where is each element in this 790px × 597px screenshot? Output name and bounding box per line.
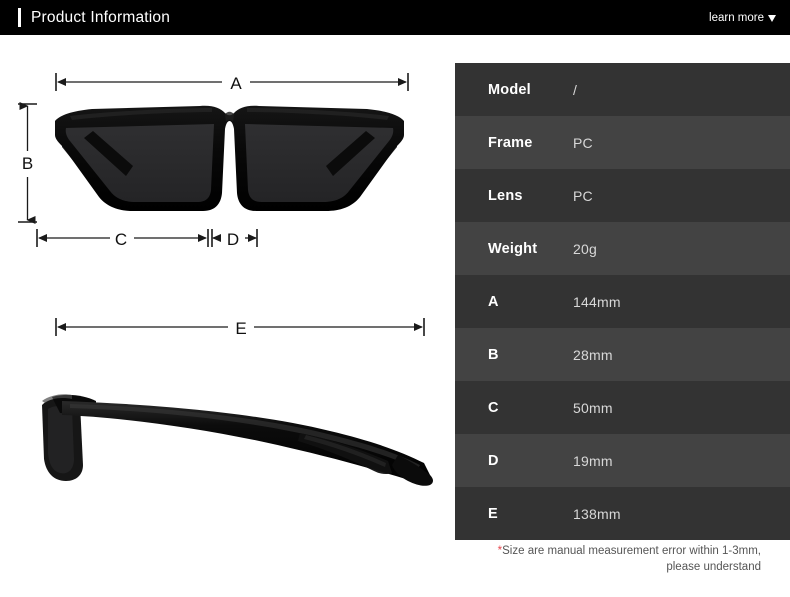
- measurement-disclaimer: *Size are manual measurement error withi…: [455, 543, 775, 575]
- dimension-arrow-b: B: [18, 102, 37, 224]
- table-row: Frame PC: [455, 116, 790, 169]
- spec-value: 138mm: [573, 505, 621, 522]
- sunglasses-front-view: [55, 105, 404, 211]
- table-row: Weight 20g: [455, 222, 790, 275]
- title-accent-bar: [18, 8, 21, 27]
- learn-more-button[interactable]: learn more: [709, 12, 776, 24]
- dimension-label-e: E: [235, 319, 246, 338]
- spec-value: 20g: [573, 240, 597, 257]
- dimension-label-d: D: [227, 230, 239, 249]
- specification-table: Model / Frame PC Lens PC Weight 20g A 14…: [455, 63, 790, 540]
- dimension-arrow-d: D: [211, 229, 258, 249]
- spec-value: PC: [573, 134, 593, 151]
- dimension-arrow-a: A: [55, 73, 409, 93]
- disclaimer-line-1: Size are manual measurement error within…: [502, 545, 761, 557]
- dimension-diagram-svg: A B C D E: [18, 73, 433, 486]
- chevron-down-icon: [768, 15, 776, 22]
- dimension-label-c: C: [115, 230, 127, 249]
- spec-label: Frame: [488, 134, 533, 151]
- spec-label: B: [488, 346, 499, 363]
- product-dimension-diagram: A B C D E: [0, 35, 455, 597]
- page-title: Product Information: [31, 8, 171, 26]
- spec-label: A: [488, 293, 499, 310]
- spec-label: Lens: [488, 187, 523, 204]
- product-information-header: Product Information learn more: [0, 0, 790, 35]
- dimension-label-a: A: [230, 74, 242, 93]
- spec-value: /: [573, 81, 578, 98]
- spec-label: Weight: [488, 240, 538, 257]
- spec-label: E: [488, 505, 498, 522]
- sunglasses-side-view: [42, 394, 433, 486]
- disclaimer-line-2: please understand: [666, 561, 761, 573]
- spec-value: 19mm: [573, 452, 613, 469]
- table-row: C 50mm: [455, 381, 790, 434]
- table-row: E 138mm: [455, 487, 790, 540]
- spec-value: PC: [573, 187, 593, 204]
- spec-label: D: [488, 452, 499, 469]
- dimension-arrow-e: E: [55, 318, 425, 338]
- spec-label: C: [488, 399, 499, 416]
- spec-value: 28mm: [573, 346, 613, 363]
- spec-value: 50mm: [573, 399, 613, 416]
- table-row: A 144mm: [455, 275, 790, 328]
- learn-more-label: learn more: [709, 11, 764, 24]
- spec-value: 144mm: [573, 293, 621, 310]
- dimension-label-b: B: [22, 154, 33, 173]
- table-row: Model /: [455, 63, 790, 116]
- table-row: Lens PC: [455, 169, 790, 222]
- table-row: B 28mm: [455, 328, 790, 381]
- spec-label: Model: [488, 81, 531, 98]
- table-row: D 19mm: [455, 434, 790, 487]
- dimension-arrow-c: C: [36, 229, 209, 249]
